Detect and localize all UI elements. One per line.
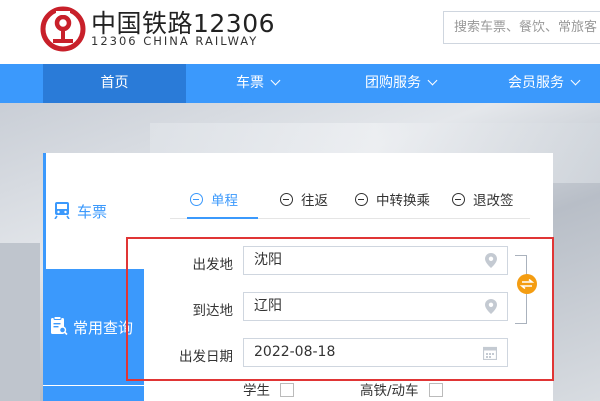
train-icon <box>54 202 70 219</box>
highspeed-checkbox[interactable] <box>428 383 443 397</box>
nav-item-tickets[interactable]: 车票 <box>186 64 329 103</box>
header: 中国铁路12306 12306 CHINA RAILWAY 搜索车票、餐饮、常旅… <box>0 0 600 64</box>
search-input[interactable]: 搜索车票、餐饮、常旅客 <box>443 11 600 44</box>
to-station-value: 辽阳 <box>254 298 282 314</box>
location-pin-icon[interactable] <box>485 299 497 314</box>
chevron-down-icon <box>427 75 438 86</box>
trip-type-tabs: 单程 往返 中转换乘 退改签 <box>170 189 530 219</box>
ticket-circle-icon <box>452 193 465 206</box>
booking-panel: 车票 常用查询 单程 往返 中转换乘 退改签 出发地 沈阳 到达地 辽阳 出发日… <box>43 153 553 401</box>
calendar-icon[interactable] <box>483 346 497 360</box>
refresh-circle-icon <box>355 193 368 206</box>
to-label: 到达地 <box>192 303 234 319</box>
date-label: 出发日期 <box>179 349 233 365</box>
location-pin-icon[interactable] <box>485 253 497 268</box>
side-tab-common-query[interactable]: 常用查询 <box>43 269 144 385</box>
tab-one-way[interactable]: 单程 <box>187 189 258 219</box>
departure-date-value: 2022-08-18 <box>254 344 336 360</box>
student-checkbox[interactable] <box>280 383 294 397</box>
clipboard-search-icon <box>51 316 68 336</box>
tab-round-trip[interactable]: 往返 <box>280 189 328 219</box>
student-option: 学生 <box>243 379 294 399</box>
main-nav: 首页 车票 团购服务 会员服务 <box>0 64 600 103</box>
chevron-down-icon <box>270 75 281 86</box>
chevron-down-icon <box>570 75 581 86</box>
swap-arrows-icon <box>519 278 535 290</box>
to-station-input[interactable]: 辽阳 <box>243 292 508 321</box>
nav-item-member-service[interactable]: 会员服务 <box>472 64 600 103</box>
minus-circle-icon <box>190 193 203 206</box>
tab-transfer[interactable]: 中转换乘 <box>355 189 430 219</box>
highspeed-option: 高铁/动车 <box>360 379 443 399</box>
china-railway-logo-icon[interactable] <box>40 6 86 52</box>
tab-refund-change[interactable]: 退改签 <box>452 189 514 219</box>
logo-subtitle: 12306 CHINA RAILWAY <box>91 34 259 48</box>
nav-item-group-service[interactable]: 团购服务 <box>329 64 472 103</box>
equals-circle-icon <box>280 193 293 206</box>
from-station-input[interactable]: 沈阳 <box>243 246 508 275</box>
nav-item-home[interactable]: 首页 <box>43 64 186 103</box>
from-station-value: 沈阳 <box>254 252 282 268</box>
departure-date-input[interactable]: 2022-08-18 <box>243 338 508 367</box>
swap-stations-button[interactable] <box>517 274 537 294</box>
side-tab-more[interactable] <box>43 385 144 401</box>
from-label: 出发地 <box>192 257 234 273</box>
side-tab-tickets[interactable]: 车票 <box>43 153 144 269</box>
side-tabs: 车票 常用查询 <box>43 153 144 401</box>
